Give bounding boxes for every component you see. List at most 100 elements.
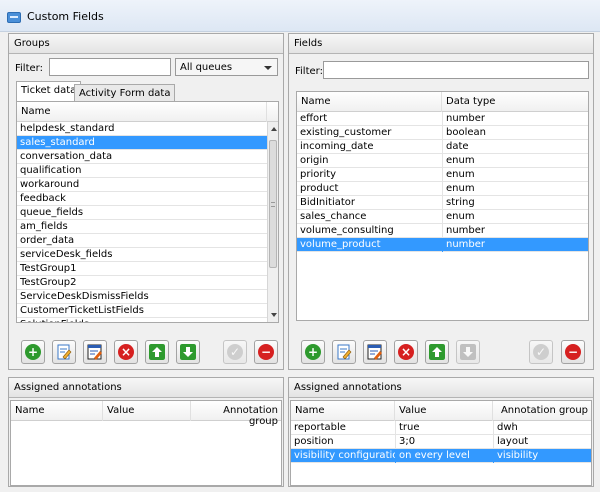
table-row[interactable]: volume_product number xyxy=(297,238,588,252)
table-row[interactable]: product enum xyxy=(297,182,588,196)
field-data-type: date xyxy=(442,140,588,154)
field-data-type: number xyxy=(442,238,588,252)
list-item[interactable]: queue_fields xyxy=(17,206,267,220)
table-row[interactable]: priority enum xyxy=(297,168,588,182)
list-item[interactable]: ServiceDeskDismissFields xyxy=(17,290,267,304)
column-header-name[interactable]: Name xyxy=(11,401,103,421)
edit-page-icon xyxy=(57,344,72,360)
edit-list-icon xyxy=(87,344,102,360)
list-item[interactable]: order_data xyxy=(17,234,267,248)
list-item[interactable]: SolutionFields xyxy=(17,318,267,322)
field-name: BidInitiator xyxy=(300,197,356,208)
remove-group-button[interactable]: − xyxy=(254,340,278,364)
field-data-type: enum xyxy=(442,210,588,224)
list-item[interactable]: helpdesk_standard xyxy=(17,122,267,136)
column-header-name[interactable]: Name xyxy=(291,401,395,421)
field-data-type: boolean xyxy=(442,126,588,140)
batch-edit-group-button[interactable] xyxy=(83,340,107,364)
group-name: TestGroup2 xyxy=(20,277,77,288)
fields-filter-input[interactable] xyxy=(323,61,589,79)
table-row[interactable]: incoming_date date xyxy=(297,140,588,154)
table-row[interactable]: origin enum xyxy=(297,154,588,168)
table-row[interactable]: sales_chance enum xyxy=(297,210,588,224)
scroll-up-button[interactable] xyxy=(268,122,278,136)
column-header-name[interactable]: Name xyxy=(297,92,442,112)
list-item[interactable]: qualification xyxy=(17,164,267,178)
groups-scrollbar[interactable] xyxy=(267,122,278,322)
table-row[interactable]: effort number xyxy=(297,112,588,126)
list-item[interactable]: sales_standard xyxy=(17,136,267,150)
scroll-down-button[interactable] xyxy=(268,308,278,322)
table-row[interactable]: position 3;0 layout xyxy=(291,435,591,449)
check-icon: ✓ xyxy=(227,344,243,360)
apply-field-button[interactable]: ✓ xyxy=(529,340,553,364)
edit-group-button[interactable] xyxy=(52,340,76,364)
list-item[interactable]: serviceDesk_fields xyxy=(17,248,267,262)
scroll-up-icon xyxy=(271,127,277,131)
plus-circle-icon: + xyxy=(305,344,321,360)
annotation-name: position xyxy=(294,436,334,447)
list-item[interactable]: conversation_data xyxy=(17,150,267,164)
fields-filter-label: Filter: xyxy=(295,66,323,77)
list-item[interactable]: feedback xyxy=(17,192,267,206)
fields-table: Name Data type effort number existing_cust… xyxy=(296,91,589,321)
group-annotations-title: Assigned annotations xyxy=(9,378,283,398)
table-row[interactable]: reportable true dwh xyxy=(291,421,591,435)
add-group-button[interactable]: + xyxy=(21,340,45,364)
list-item[interactable]: CustomerTicketListFields xyxy=(17,304,267,318)
group-name: am_fields xyxy=(20,221,68,232)
delete-x-icon: × xyxy=(398,344,414,360)
scroll-thumb[interactable] xyxy=(269,140,277,268)
tab-activity-form-data[interactable]: Activity Form data xyxy=(74,84,176,101)
table-row[interactable]: existing_customer boolean xyxy=(297,126,588,140)
group-name: feedback xyxy=(20,193,66,204)
list-item[interactable]: TestGroup1 xyxy=(17,262,267,276)
delete-field-button[interactable]: × xyxy=(394,340,418,364)
column-header-value[interactable]: Value xyxy=(395,401,493,421)
list-item[interactable]: TestGroup2 xyxy=(17,276,267,290)
group-name: conversation_data xyxy=(20,151,113,162)
column-header-name[interactable]: Name xyxy=(17,102,267,122)
column-header-data-type[interactable]: Data type xyxy=(442,92,588,112)
column-header-annotation-group[interactable]: Annotation group xyxy=(493,401,591,421)
chevron-down-icon[interactable] xyxy=(264,66,272,70)
annotation-name: visibility configuration xyxy=(294,450,395,461)
field-name: volume_consulting xyxy=(300,225,394,236)
annotation-value: 3;0 xyxy=(395,435,493,449)
delete-group-button[interactable]: × xyxy=(114,340,138,364)
list-item[interactable]: workaround xyxy=(17,178,267,192)
field-annotations-header: Name Value Annotation group xyxy=(291,401,591,421)
scroll-down-icon xyxy=(271,313,277,317)
window-icon xyxy=(7,12,21,23)
arrow-down-icon xyxy=(180,344,196,360)
groups-table-header: Name xyxy=(17,102,278,122)
fields-panel-title: Fields xyxy=(289,34,593,54)
apply-group-button[interactable]: ✓ xyxy=(223,340,247,364)
move-field-down-button[interactable] xyxy=(456,340,480,364)
remove-field-button[interactable]: − xyxy=(561,340,585,364)
move-group-up-button[interactable] xyxy=(145,340,169,364)
table-row[interactable]: BidInitiator string xyxy=(297,196,588,210)
list-item[interactable]: am_fields xyxy=(17,220,267,234)
batch-edit-field-button[interactable] xyxy=(363,340,387,364)
field-data-type: enum xyxy=(442,168,588,182)
add-field-button[interactable]: + xyxy=(301,340,325,364)
move-field-up-button[interactable] xyxy=(425,340,449,364)
table-row[interactable]: visibility configuration on every level vi… xyxy=(291,449,591,463)
tab-ticket-data[interactable]: Ticket data xyxy=(16,81,82,101)
group-annotations-panel: Assigned annotations Name Value Annotati… xyxy=(8,377,284,487)
groups-table: Name helpdesk_standard sales_standard conv… xyxy=(16,101,279,323)
groups-filter-input[interactable] xyxy=(49,58,171,76)
arrow-up-icon xyxy=(429,344,445,360)
group-name: TestGroup1 xyxy=(20,263,77,274)
field-name: incoming_date xyxy=(300,141,374,152)
field-annotations-title: Assigned annotations xyxy=(289,378,593,398)
move-group-down-button[interactable] xyxy=(176,340,200,364)
column-header-annotation-group[interactable]: Annotation group xyxy=(191,401,281,427)
delete-x-icon: × xyxy=(118,344,134,360)
table-row[interactable]: volume_consulting number xyxy=(297,224,588,238)
group-name: serviceDesk_fields xyxy=(20,249,113,260)
edit-field-button[interactable] xyxy=(332,340,356,364)
column-header-value[interactable]: Value xyxy=(103,401,191,421)
queue-select[interactable]: All queues xyxy=(175,58,278,76)
